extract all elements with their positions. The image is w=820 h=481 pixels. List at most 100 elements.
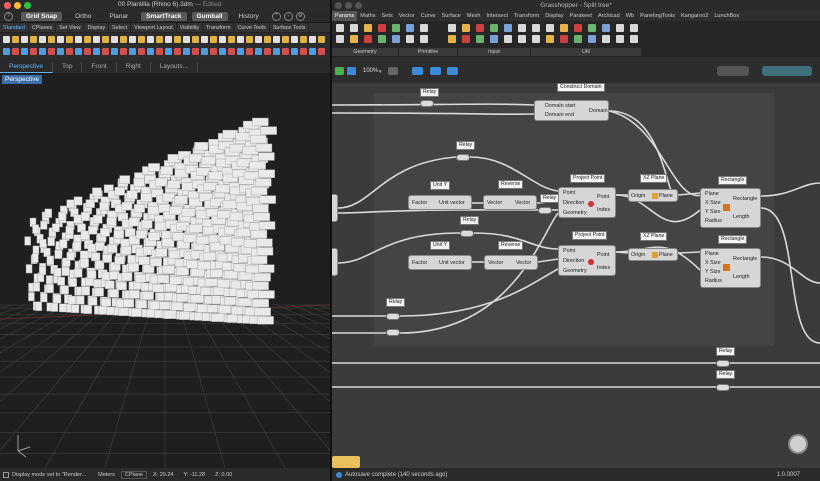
component-icon[interactable] [420,35,428,43]
xz-plane-component[interactable]: Origin Plane [628,189,678,202]
relay-node[interactable] [460,230,474,237]
unit-vector-output[interactable]: Unit vector [439,260,465,266]
zoom-extents-icon[interactable] [388,67,398,75]
unit-vector-output[interactable]: Unit vector [439,200,465,206]
component-icon[interactable] [504,35,512,43]
command-history-icon[interactable] [3,471,9,478]
tab-transform[interactable]: Transform [511,11,542,21]
vector-input[interactable]: Vector [488,260,503,266]
tab-parakeet[interactable]: Parakeet [567,11,595,21]
smarttrack-toggle[interactable]: SmartTrack [141,11,187,21]
plane-input[interactable]: Plane [705,191,719,197]
viewport-tab-layouts[interactable]: Layouts... [151,62,198,72]
viewport-tab-front[interactable]: Front [82,62,117,72]
component-icon[interactable] [336,35,344,43]
project-point-component[interactable]: Point Direction Geometry Point Index [558,187,616,218]
geometry-input[interactable]: Geometry [563,210,587,216]
close-window-button[interactable] [335,2,342,9]
component-icon[interactable] [364,24,372,32]
chevron-down-icon[interactable]: ▾ [379,69,382,75]
component-icon[interactable] [420,24,428,32]
plane-output[interactable]: Plane [659,193,673,199]
geometry-input[interactable]: Geometry [563,268,587,274]
reverse-component[interactable]: Vector Vector [483,195,537,210]
sketch-icon[interactable] [412,67,423,75]
construct-domain-component[interactable]: Domain start Domain end Domain [534,100,609,121]
relay-node[interactable] [716,384,730,391]
preview-icon[interactable] [430,67,441,75]
component-icon[interactable] [616,35,624,43]
component-icon[interactable] [560,24,568,32]
tab-maths[interactable]: Maths [357,11,378,21]
ortho-toggle[interactable]: Ortho [70,12,96,21]
length-output[interactable]: Length [733,274,750,280]
tab-archicad[interactable]: Archicad [595,11,623,21]
tab-params[interactable]: Params [332,11,358,21]
save-file-icon[interactable] [347,67,356,75]
tab-display[interactable]: Display [84,22,110,33]
vector-output[interactable]: Vector [516,260,531,266]
rectangle-output[interactable]: Rectangle [733,256,757,262]
plane-output[interactable]: Plane [659,252,673,258]
radius-input[interactable]: Radius [705,278,722,284]
component-icon[interactable] [574,24,582,32]
component-icon[interactable] [546,24,554,32]
component-icon[interactable] [560,35,568,43]
component-icon[interactable] [574,35,582,43]
relay-node[interactable] [456,154,470,161]
rhino-icons-row-1[interactable] [3,36,325,43]
component-icon[interactable] [350,35,358,43]
tab-wb[interactable]: Wb [623,11,637,21]
close-window-button[interactable] [4,1,11,9]
component-icon[interactable] [462,35,470,43]
component-icon[interactable] [336,24,344,32]
length-output[interactable]: Length [733,214,750,220]
domain-start-input[interactable]: Domain start [545,103,576,109]
tab-panelingtools[interactable]: PanelingTools [637,11,678,21]
rectangle-output[interactable]: Rectangle [733,196,757,202]
y-size-input[interactable]: Y Size [705,269,720,275]
planar-toggle[interactable]: Planar [104,12,133,21]
relay-node[interactable] [420,100,434,107]
zoom-window-button[interactable] [24,1,31,9]
display-mode-buttons[interactable] [762,66,812,76]
component-icon[interactable] [532,35,540,43]
cplane-select[interactable]: CPlane [120,470,147,479]
tab-display[interactable]: Display [542,11,566,21]
tab-standard[interactable]: Standard [0,22,29,33]
viewport-name-label[interactable]: Perspective [2,75,42,84]
settings-icon[interactable]: ⚙ [295,11,305,21]
component-icon[interactable] [406,24,414,32]
ribbon-group-util[interactable]: Util [531,48,641,56]
tab-cplanes[interactable]: CPlanes [29,22,57,33]
tab-intersect[interactable]: Intersect [483,11,510,21]
ribbon-group-primitive[interactable]: Primitive [399,48,457,56]
tab-transform[interactable]: Transform [203,22,235,33]
tab-lunchbox[interactable]: LunchBox [711,11,742,21]
rhino-icons-row-2[interactable] [3,48,325,55]
component-icon[interactable] [630,35,638,43]
grid-snap-toggle[interactable]: Grid Snap [21,11,63,21]
ribbon-group-geometry[interactable]: Geometry [332,48,398,56]
origin-input[interactable]: Origin [631,193,645,199]
rectangle-component[interactable]: Plane X Size Y Size Radius Rectangle Len… [700,188,761,228]
input-param[interactable] [332,194,338,222]
xz-plane-component[interactable]: Origin Plane [628,248,678,261]
index-output[interactable]: Index [597,207,610,213]
tab-surface[interactable]: Surface [439,11,464,21]
component-icon[interactable] [518,35,526,43]
relay-node[interactable] [538,207,552,214]
component-icon[interactable] [392,24,400,32]
component-icon[interactable] [504,24,512,32]
component-icon[interactable] [630,24,638,32]
index-output[interactable]: Index [597,265,610,271]
rhino-icon-grid[interactable] [0,33,330,61]
domain-output[interactable]: Domain [589,108,608,114]
component-icon[interactable] [518,24,526,32]
tab-kangaroo2[interactable]: Kangaroo2 [678,11,711,21]
vector-output[interactable]: Vector [515,200,530,206]
preview-mode-buttons[interactable] [717,66,749,76]
help-icon[interactable]: ? [4,11,13,21]
component-icon[interactable] [364,35,372,43]
factor-input[interactable]: Factor [412,200,427,206]
